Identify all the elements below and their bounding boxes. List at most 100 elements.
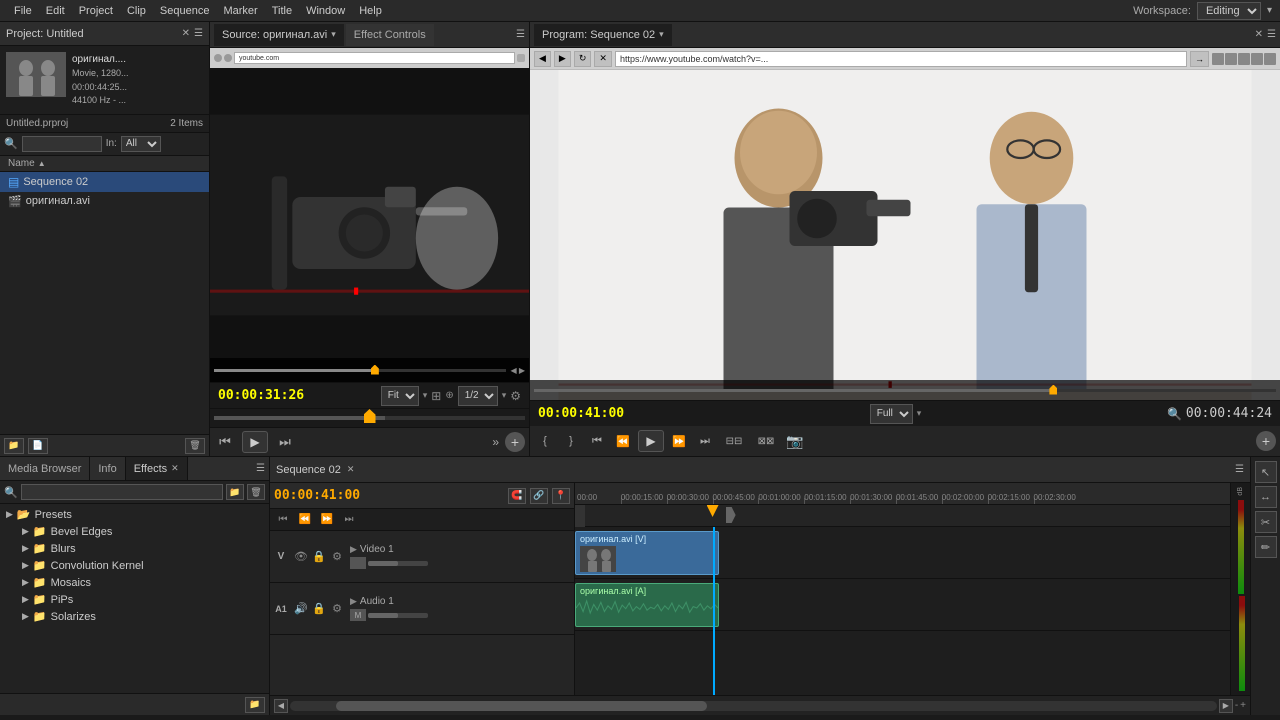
tl-scroll-right-button[interactable]: ▶ <box>1219 699 1233 713</box>
menu-project[interactable]: Project <box>73 3 119 19</box>
program-extract-button[interactable]: ⊠⊠ <box>752 430 780 452</box>
menu-help[interactable]: Help <box>353 3 388 19</box>
source-panel-menu-icon[interactable]: ☰ <box>516 29 525 40</box>
menu-window[interactable]: Window <box>300 3 351 19</box>
source-tab[interactable]: Source: оригинал.avi ▾ <box>214 24 344 46</box>
tool-razor-button[interactable]: ✂ <box>1255 511 1277 533</box>
source-next-button[interactable]: ⏭ <box>274 431 296 453</box>
bevel-edges-folder[interactable]: ▶ 📁 Bevel Edges <box>0 523 269 540</box>
tl-scroll-left-button[interactable]: ◀ <box>274 699 288 713</box>
video-track-expand-icon[interactable]: ▶ <box>350 544 357 555</box>
browser-refresh-button[interactable]: ↻ <box>574 51 592 67</box>
tl-step-fwd-button[interactable]: ⏩ <box>318 511 336 529</box>
source-tab-dropdown-icon[interactable]: ▾ <box>331 29 336 40</box>
timeline-ruler[interactable]: 00:00 00:00:15:00 00:00:30:00 00:00:45:0… <box>575 483 1230 505</box>
timeline-scrub-area[interactable] <box>575 505 1230 527</box>
source-prev-button[interactable]: ⏮ <box>214 431 236 453</box>
source-fit-select[interactable]: Fit <box>381 386 419 406</box>
browser-forward-button[interactable]: ▶ <box>554 51 571 67</box>
menu-sequence[interactable]: Sequence <box>154 3 216 19</box>
project-panel-close-icon[interactable]: ✕ <box>182 28 190 39</box>
effects-tab[interactable]: Effects ✕ <box>126 457 188 480</box>
source-fit-dropdown-icon[interactable]: ▾ <box>423 390 428 401</box>
source-timecode[interactable]: 00:00:31:26 <box>218 388 304 403</box>
browser-go-button[interactable]: → <box>1190 51 1209 67</box>
mosaics-folder[interactable]: ▶ 📁 Mosaics <box>0 574 269 591</box>
effect-controls-tab[interactable]: Effect Controls <box>346 24 434 46</box>
audio-track-lock-button[interactable]: 🔒 <box>310 602 328 615</box>
workspace-select[interactable]: Editing <box>1197 2 1261 20</box>
info-tab[interactable]: Info <box>90 457 125 480</box>
source-scrub-bar[interactable] <box>210 408 529 428</box>
browser-url-input[interactable] <box>615 51 1187 67</box>
menu-edit[interactable]: Edit <box>40 3 71 19</box>
effects-tab-close-icon[interactable]: ✕ <box>171 463 179 474</box>
menu-marker[interactable]: Marker <box>217 3 263 19</box>
source-play-button[interactable]: ▶ <box>242 431 268 453</box>
program-mark-in-button[interactable]: { <box>534 430 556 452</box>
tl-markers-button[interactable]: 📍 <box>552 488 570 504</box>
new-item-button[interactable]: 📄 <box>28 438 48 454</box>
program-step-back-button[interactable]: ⏪ <box>612 430 634 452</box>
menu-title[interactable]: Title <box>266 3 298 19</box>
tool-selection-button[interactable]: ↖ <box>1255 461 1277 483</box>
source-split-button[interactable]: ⊞ <box>431 389 441 403</box>
program-timecode[interactable]: 00:00:41:00 <box>538 406 624 421</box>
source-zoom-button[interactable]: ⊕ <box>445 390 453 401</box>
video-track-eye-button[interactable]: 👁 <box>292 550 310 563</box>
project-panel-menu-icon[interactable]: ☰ <box>194 28 203 39</box>
media-browser-tab[interactable]: Media Browser <box>0 457 90 480</box>
video-track-options-button[interactable]: ⚙ <box>328 550 346 563</box>
source-more-button[interactable]: » <box>492 435 499 449</box>
search-in-select[interactable]: All <box>121 136 161 152</box>
source-zoom-select[interactable]: 1/2 <box>458 386 498 406</box>
program-tab-dropdown-icon[interactable]: ▾ <box>659 29 664 40</box>
workspace-dropdown-icon[interactable]: ▾ <box>1267 5 1272 16</box>
program-tab[interactable]: Program: Sequence 02 ▾ <box>534 24 672 46</box>
program-go-out-button[interactable]: ⏭ <box>694 430 716 452</box>
tl-zoom-in-button[interactable]: + <box>1240 700 1246 711</box>
effects-new-folder-button[interactable]: 📁 <box>245 697 265 713</box>
effects-search-input[interactable] <box>21 484 223 500</box>
timeline-scrollbar-track[interactable] <box>290 701 1217 711</box>
timeline-tab-close-icon[interactable]: ✕ <box>347 464 355 475</box>
convolution-kernel-folder[interactable]: ▶ 📁 Convolution Kernel <box>0 557 269 574</box>
source-settings-button[interactable]: ⚙ <box>510 389 521 403</box>
tl-go-to-out-button[interactable]: ⏭ <box>340 511 358 529</box>
effects-panel-menu-icon[interactable]: ☰ <box>256 463 265 474</box>
audio-clip[interactable]: оригинал.avi [A] <box>575 583 719 627</box>
program-play-button[interactable]: ▶ <box>638 430 664 452</box>
program-panel-close-icon[interactable]: ✕ <box>1255 29 1263 40</box>
browser-back-button[interactable]: ◀ <box>534 51 551 67</box>
timeline-menu-icon[interactable]: ☰ <box>1235 464 1244 475</box>
video-clip[interactable]: оригинал.avi [V] <box>575 531 719 575</box>
project-search-input[interactable] <box>22 136 102 152</box>
program-panel-menu-icon[interactable]: ☰ <box>1267 29 1276 40</box>
program-camera-button[interactable]: 📷 <box>784 430 806 452</box>
blurs-folder[interactable]: ▶ 📁 Blurs <box>0 540 269 557</box>
tl-step-back-button[interactable]: ⏪ <box>296 511 314 529</box>
menu-clip[interactable]: Clip <box>121 3 152 19</box>
source-zoom-dropdown-icon[interactable]: ▾ <box>502 390 507 401</box>
video-track-lock-button[interactable]: 🔒 <box>310 550 328 563</box>
tool-ripple-button[interactable]: ↔ <box>1255 486 1277 508</box>
tl-go-to-in-button[interactable]: ⏮ <box>274 511 292 529</box>
tl-zoom-out-button[interactable]: - <box>1235 700 1238 711</box>
menu-file[interactable]: File <box>8 3 38 19</box>
source-add-button[interactable]: + <box>505 432 525 452</box>
program-mark-out-button[interactable]: } <box>560 430 582 452</box>
timeline-playhead-marker[interactable] <box>707 505 719 517</box>
program-fit-select[interactable]: Full <box>870 404 913 424</box>
tl-link-button[interactable]: 🔗 <box>530 488 548 504</box>
presets-folder[interactable]: ▶ 📂 Presets <box>0 506 269 523</box>
new-bin-button[interactable]: 📁 <box>4 438 24 454</box>
pips-folder[interactable]: ▶ 📁 PiPs <box>0 591 269 608</box>
list-item-clip[interactable]: 🎬 оригинал.avi <box>0 192 209 211</box>
program-step-forward-button[interactable]: ⏩ <box>668 430 690 452</box>
delete-item-button[interactable]: 🗑 <box>185 438 205 454</box>
timeline-timecode[interactable]: 00:00:41:00 <box>274 488 360 503</box>
solarizes-folder[interactable]: ▶ 📁 Solarizes <box>0 608 269 625</box>
program-go-in-button[interactable]: ⏮ <box>586 430 608 452</box>
tool-pen-button[interactable]: ✏ <box>1255 536 1277 558</box>
audio-track-expand-icon[interactable]: ▶ <box>350 596 357 607</box>
